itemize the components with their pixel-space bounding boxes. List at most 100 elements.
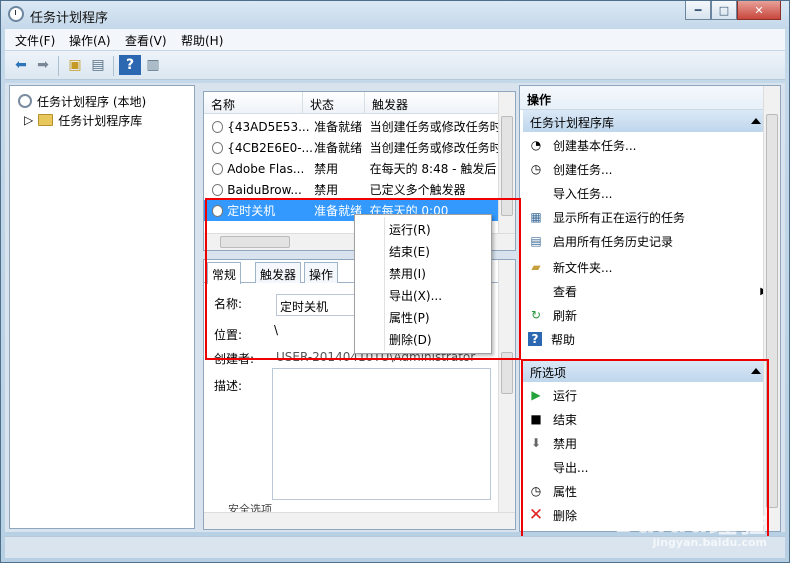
library-actions-header[interactable]: 任务计划程序库 (523, 110, 768, 132)
expand-arrow-icon[interactable]: ▷ (24, 113, 33, 127)
create-basic-task-action[interactable]: ◔ 创建基本任务... (528, 133, 768, 157)
refresh-action[interactable]: ↻ 刷新 (528, 303, 768, 327)
back-icon[interactable]: ⬅ (10, 55, 32, 75)
task-row[interactable]: {43AD5E53... 准备就绪 当创建任务或修改任务时 (204, 116, 499, 137)
collapse-arrow-icon[interactable] (751, 368, 761, 374)
tree-library-label: 任务计划程序库 (58, 113, 143, 128)
tab-triggers[interactable]: 触发器 (255, 262, 302, 283)
task-row[interactable]: Adobe Flas... 禁用 在每天的 8:48 - 触发后，在 (204, 158, 499, 179)
status-column[interactable]: 状态 (303, 92, 365, 114)
library-actions-title: 任务计划程序库 (530, 116, 615, 130)
new-folder-action[interactable]: ▰ 新文件夹... (528, 255, 768, 279)
action-label: 创建任务... (553, 162, 613, 177)
name-column[interactable]: 名称 (204, 92, 303, 114)
action-label: 运行 (553, 388, 578, 403)
task-name-field[interactable]: 定时关机 (276, 294, 360, 316)
actions-pane-title: 操作 (520, 86, 780, 110)
action-pane-icon[interactable]: ▥ (142, 55, 164, 75)
menu-help[interactable]: 帮助(H) (181, 32, 223, 49)
close-button[interactable]: ✕ (737, 1, 781, 20)
window-controls: ━ □ ✕ (685, 1, 781, 20)
context-disable[interactable]: 禁用(I) (355, 261, 491, 283)
scroll-thumb[interactable] (501, 116, 513, 216)
task-name: 定时关机 (227, 204, 276, 218)
help-icon[interactable]: ? (119, 55, 141, 75)
task-list-vertical-scrollbar[interactable] (498, 92, 515, 250)
task-name: Adobe Flas... (227, 161, 305, 176)
help-icon: ? (528, 332, 542, 346)
help-action[interactable]: ? 帮助 (528, 327, 768, 351)
task-scheduler-window: 任务计划程序 ━ □ ✕ 文件(F) 操作(A) 查看(V) 帮助(H) ⬅ ➡… (0, 0, 790, 563)
details-horizontal-scrollbar[interactable] (204, 512, 515, 529)
task-status: 准备就绪 (314, 141, 363, 155)
context-run[interactable]: 运行(R) (355, 217, 491, 239)
task-row[interactable]: BaiduBrow... 禁用 已定义多个触发器 (204, 179, 499, 200)
menu-file[interactable]: 文件(F) (15, 32, 55, 49)
clock-icon (212, 204, 224, 217)
task-row[interactable]: {4CB2E6E0-... 准备就绪 当创建任务或修改任务时 (204, 137, 499, 158)
task-status: 禁用 (314, 183, 339, 197)
action-label: 导入任务... (553, 186, 613, 201)
enable-history-action[interactable]: ▤ 启用所有任务历史记录 (528, 229, 768, 253)
task-trigger: 当创建任务或修改任务时 (369, 141, 499, 155)
stop-icon: ■ (530, 412, 542, 426)
task-context-menu: 运行(R) 结束(E) 禁用(I) 导出(X)... 属性(P) 删除(D) (354, 214, 492, 354)
selected-actions-title: 所选项 (530, 366, 567, 380)
navigation-tree: 任务计划程序 (本地) ▷ 任务计划程序库 (9, 85, 195, 529)
export-action[interactable]: 导出... (528, 455, 768, 479)
title-bar[interactable]: 任务计划程序 ━ □ ✕ (1, 1, 789, 29)
trigger-column[interactable]: 触发器 (365, 92, 499, 114)
properties-action[interactable]: ◷ 属性 (528, 479, 768, 503)
minimize-button[interactable]: ━ (685, 1, 711, 20)
delete-icon: ✕ (528, 505, 544, 525)
action-label: 刷新 (553, 308, 578, 323)
forward-icon[interactable]: ➡ (32, 55, 54, 75)
blank-icon (528, 459, 544, 475)
create-task-action[interactable]: ◷ 创建任务... (528, 157, 768, 181)
action-label: 启用所有任务历史记录 (553, 234, 674, 249)
description-label: 描述: (214, 379, 243, 393)
show-running-tasks-action[interactable]: ▦ 显示所有正在运行的任务 (528, 205, 768, 229)
view-action[interactable]: 查看▶ (528, 279, 768, 303)
up-folder-icon[interactable]: ▣ (64, 55, 86, 75)
context-export[interactable]: 导出(X)... (355, 283, 491, 305)
tab-general[interactable]: 常规 (207, 262, 242, 284)
location-label: 位置: (214, 328, 243, 342)
tab-actions[interactable]: 操作 (304, 262, 339, 283)
run-action[interactable]: ▶ 运行 (528, 383, 768, 407)
window-title: 任务计划程序 (30, 11, 109, 26)
import-task-action[interactable]: 导入任务... (528, 181, 768, 205)
task-trigger: 已定义多个触发器 (369, 183, 466, 197)
maximize-button[interactable]: □ (711, 1, 737, 20)
blank-icon (528, 185, 544, 201)
console-tree-icon[interactable]: ▤ (87, 55, 109, 75)
details-vertical-scrollbar[interactable] (498, 260, 515, 514)
context-end[interactable]: 结束(E) (355, 239, 491, 261)
end-action[interactable]: ■ 结束 (528, 407, 768, 431)
actions-vertical-scrollbar[interactable] (763, 86, 780, 531)
action-label: 删除 (553, 508, 578, 523)
task-trigger: 当创建任务或修改任务时 (369, 120, 499, 134)
tree-library[interactable]: ▷ 任务计划程序库 (24, 111, 142, 129)
running-tasks-icon: ▦ (530, 210, 542, 224)
menu-view[interactable]: 查看(V) (125, 32, 167, 49)
properties-icon: ◷ (530, 484, 542, 498)
description-field[interactable] (272, 368, 491, 500)
action-label: 帮助 (551, 332, 576, 347)
tree-root[interactable]: 任务计划程序 (本地) (18, 92, 146, 110)
scroll-thumb[interactable] (501, 352, 513, 394)
watermark: Baidu经验 jingyan.baidu.com (614, 501, 767, 549)
clock-icon (212, 141, 224, 154)
context-properties[interactable]: 属性(P) (355, 305, 491, 327)
context-delete[interactable]: 删除(D) (355, 327, 491, 349)
collapse-arrow-icon[interactable] (751, 118, 761, 124)
selected-item-actions-header[interactable]: 所选项 (523, 360, 768, 382)
scroll-thumb[interactable] (220, 236, 290, 248)
menu-action[interactable]: 操作(A) (69, 32, 111, 49)
scroll-thumb[interactable] (766, 114, 778, 508)
history-icon: ▤ (530, 234, 542, 248)
action-label: 创建基本任务... (553, 138, 637, 153)
tree-root-label: 任务计划程序 (本地) (37, 94, 147, 109)
action-label: 属性 (553, 484, 578, 499)
disable-action[interactable]: ⬇ 禁用 (528, 431, 768, 455)
